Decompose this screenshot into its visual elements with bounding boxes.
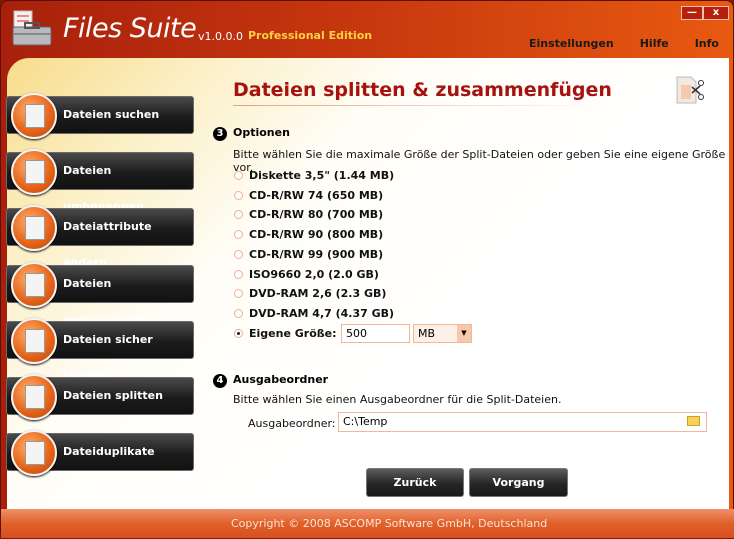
option-label: CD-R/RW 80 (700 MB) bbox=[249, 208, 384, 222]
sidebar-item-3[interactable]: Dateien verschlüsseln bbox=[6, 262, 194, 326]
menu-info[interactable]: Info bbox=[695, 37, 719, 50]
app-window: Files Suite v1.0.0.0 Professional Editio… bbox=[0, 0, 734, 538]
sidebar-item-4[interactable]: Dateien sicher löschen bbox=[6, 318, 194, 382]
option-label: CD-R/RW 99 (900 MB) bbox=[249, 247, 384, 261]
duplicate-icon bbox=[11, 430, 57, 476]
output-heading: 4 Ausgabeordner bbox=[213, 373, 328, 388]
option-7[interactable]: DVD-RAM 4,7 (4.37 GB) bbox=[234, 307, 394, 320]
radio-button[interactable] bbox=[234, 230, 243, 240]
radio-button[interactable] bbox=[234, 308, 243, 318]
option-label: CD-R/RW 74 (650 MB) bbox=[249, 188, 384, 202]
toolbox-logo-icon bbox=[12, 10, 52, 46]
start-button[interactable]: Vorgang starten bbox=[469, 468, 568, 516]
option-3[interactable]: CD-R/RW 90 (800 MB) bbox=[234, 228, 383, 241]
option-2[interactable]: CD-R/RW 80 (700 MB) bbox=[234, 208, 383, 221]
sidebar-item-label: Dateien splitten bbox=[63, 389, 163, 402]
option-label: Diskette 3,5" (1.44 MB) bbox=[249, 169, 395, 182]
custom-size-input[interactable]: 500 bbox=[341, 324, 410, 343]
options-heading-text: Optionen bbox=[233, 126, 290, 139]
app-version: v1.0.0.0 bbox=[198, 30, 243, 43]
custom-size-label: Eigene Größe: bbox=[249, 327, 337, 340]
close-button[interactable]: x bbox=[703, 6, 729, 20]
step-number-4: 4 bbox=[213, 374, 227, 388]
title-bar: Files Suite v1.0.0.0 Professional Editio… bbox=[1, 1, 734, 61]
footer-copyright: Copyright © 2008 ASCOMP Software GmbH, D… bbox=[1, 509, 734, 538]
output-folder-input[interactable]: C:\Temp bbox=[338, 412, 707, 432]
option-custom-size[interactable]: Eigene Größe: bbox=[234, 327, 337, 340]
scissors-icon bbox=[11, 374, 57, 420]
rename-ab-icon bbox=[11, 149, 57, 195]
lock-icon bbox=[11, 262, 57, 308]
output-folder-label: Ausgabeordner: bbox=[248, 417, 336, 430]
option-4[interactable]: CD-R/RW 99 (900 MB) bbox=[234, 248, 383, 261]
option-label: ISO9660 2,0 (2.0 GB) bbox=[249, 267, 379, 281]
option-5[interactable]: ISO9660 2,0 (2.0 GB) bbox=[234, 268, 379, 281]
option-1[interactable]: CD-R/RW 74 (650 MB) bbox=[234, 189, 383, 202]
option-label: DVD-RAM 2,6 (2.3 GB) bbox=[249, 287, 387, 301]
option-label: CD-R/RW 90 (800 MB) bbox=[249, 228, 384, 242]
option-0[interactable]: Diskette 3,5" (1.44 MB) bbox=[234, 169, 394, 182]
page-title: Dateien splitten & zusammenfügen bbox=[233, 79, 612, 101]
back-button[interactable]: Zurück bbox=[366, 468, 464, 497]
sidebar-item-0[interactable]: Dateien suchen bbox=[6, 93, 194, 139]
title-divider bbox=[233, 105, 603, 106]
step-number-3: 3 bbox=[213, 127, 227, 141]
sidebar-item-1[interactable]: Dateien umbenennen bbox=[6, 149, 194, 213]
radio-button[interactable] bbox=[234, 210, 243, 220]
minimize-button[interactable]: — bbox=[681, 6, 703, 20]
split-file-icon bbox=[676, 76, 704, 104]
menu-einstellungen[interactable]: Einstellungen bbox=[529, 37, 614, 50]
radio-button[interactable] bbox=[234, 171, 243, 180]
radio-button[interactable] bbox=[234, 249, 243, 259]
sidebar-item-5[interactable]: Dateien splitten bbox=[6, 374, 194, 420]
clock-document-icon bbox=[11, 205, 57, 251]
output-folder-value: C:\Temp bbox=[343, 415, 388, 428]
radio-custom[interactable] bbox=[234, 329, 243, 338]
sidebar-item-label: Dateien suchen bbox=[63, 108, 160, 121]
output-description: Bitte wählen Sie einen Ausgabeordner für… bbox=[233, 393, 562, 406]
shredder-icon bbox=[11, 318, 57, 364]
sidebar-item-label: Dateien umbenennen bbox=[63, 164, 144, 213]
app-name: Files Suite bbox=[63, 13, 197, 44]
unit-select[interactable]: MB ▼ bbox=[413, 324, 472, 343]
magnifier-icon bbox=[11, 93, 57, 139]
radio-button[interactable] bbox=[234, 289, 243, 299]
option-label: DVD-RAM 4,7 (4.37 GB) bbox=[249, 306, 395, 320]
app-edition: Professional Edition bbox=[248, 29, 373, 42]
menu-hilfe[interactable]: Hilfe bbox=[640, 37, 669, 50]
top-menu: Einstellungen Hilfe Info bbox=[529, 37, 719, 50]
output-heading-text: Ausgabeordner bbox=[233, 373, 329, 386]
radio-button[interactable] bbox=[234, 190, 243, 200]
chevron-down-icon[interactable]: ▼ bbox=[457, 325, 471, 342]
sidebar-item-6[interactable]: Dateiduplikate finden bbox=[6, 430, 194, 494]
option-6[interactable]: DVD-RAM 2,6 (2.3 GB) bbox=[234, 287, 386, 300]
options-heading: 3 Optionen bbox=[213, 126, 290, 141]
sidebar-item-label: Dateien verschlüsseln bbox=[63, 277, 148, 326]
radio-button[interactable] bbox=[234, 269, 243, 279]
folder-browse-icon[interactable] bbox=[687, 416, 700, 426]
sidebar-item-2[interactable]: Dateiattribute ändern bbox=[6, 205, 194, 269]
unit-value: MB bbox=[418, 327, 436, 340]
